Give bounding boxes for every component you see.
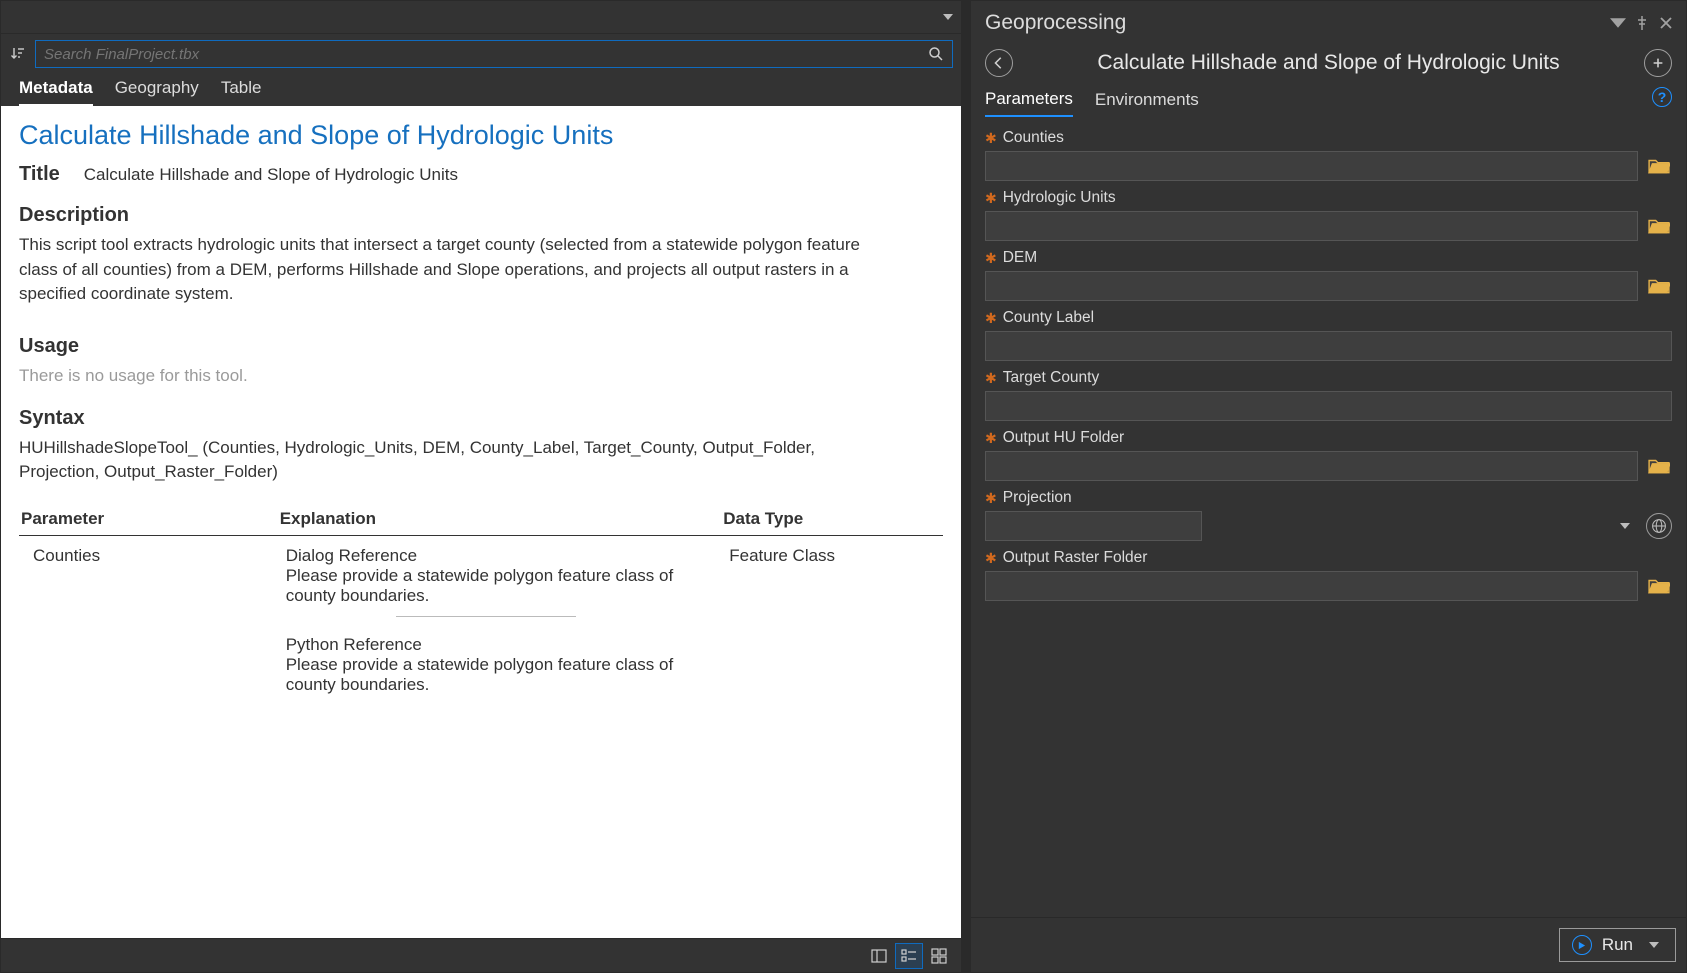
param-label-text: Hydrologic Units — [1003, 189, 1116, 207]
select-coord-system-button[interactable] — [1646, 513, 1672, 539]
run-dropdown-icon[interactable] — [1649, 940, 1659, 950]
required-icon: ✱ — [985, 491, 997, 505]
parameters-list: ✱ Counties ✱ Hydrologic Units ✱ DEM ✱ Co… — [971, 117, 1686, 917]
param-label-text: DEM — [1003, 249, 1037, 267]
pin-icon[interactable] — [1634, 15, 1650, 31]
left-tabs: Metadata Geography Table — [1, 74, 961, 106]
metadata-area: Calculate Hillshade and Slope of Hydrolo… — [1, 106, 961, 938]
search-box[interactable] — [35, 40, 953, 68]
geoprocessing-pane: Geoprocessing Calculate Hillshade and Sl… — [970, 0, 1687, 973]
view-list-button[interactable] — [895, 943, 923, 969]
param-county-label: ✱ County Label — [985, 307, 1672, 361]
required-icon: ✱ — [985, 551, 997, 565]
param-target-county: ✱ Target County — [985, 367, 1672, 421]
view-details-button[interactable] — [865, 943, 893, 969]
search-row — [1, 34, 961, 74]
open-batch-button[interactable] — [1644, 49, 1672, 77]
tab-geography[interactable]: Geography — [115, 78, 199, 106]
param-projection: ✱ Projection — [985, 487, 1672, 541]
view-tiles-button[interactable] — [925, 943, 953, 969]
dialog-ref-text: Please provide a statewide polygon featu… — [286, 566, 686, 606]
description-text: This script tool extracts hydrologic uni… — [19, 233, 889, 307]
parameter-table: Parameter Explanation Data Type Counties… — [19, 503, 943, 723]
sort-button[interactable] — [7, 43, 29, 65]
title-value: Calculate Hillshade and Slope of Hydrolo… — [84, 165, 458, 185]
param-label-text: Target County — [1003, 369, 1100, 387]
required-icon: ✱ — [985, 311, 997, 325]
tool-title-row: Calculate Hillshade and Slope of Hydrolo… — [971, 41, 1686, 89]
browse-button[interactable] — [1646, 455, 1672, 477]
required-icon: ✱ — [985, 191, 997, 205]
param-label-text: Output Raster Folder — [1003, 549, 1148, 567]
th-explanation: Explanation — [278, 503, 722, 536]
param-input[interactable] — [985, 571, 1638, 601]
catalog-pane: Metadata Geography Table Calculate Hills… — [0, 0, 962, 973]
tab-metadata[interactable]: Metadata — [19, 78, 93, 106]
tab-environments[interactable]: Environments — [1095, 90, 1199, 116]
param-hydrologic-units: ✱ Hydrologic Units — [985, 187, 1672, 241]
panel-title: Geoprocessing — [985, 11, 1126, 35]
usage-label: Usage — [19, 335, 943, 358]
pane-options-icon[interactable] — [1610, 15, 1626, 31]
search-icon[interactable] — [928, 46, 944, 62]
back-button[interactable] — [985, 49, 1013, 77]
python-ref-text: Please provide a statewide polygon featu… — [286, 655, 686, 695]
param-input[interactable] — [985, 451, 1638, 481]
play-icon — [1572, 935, 1592, 955]
metadata-content[interactable]: Calculate Hillshade and Slope of Hydrolo… — [1, 106, 961, 938]
left-footer — [1, 938, 961, 972]
param-input[interactable] — [985, 271, 1638, 301]
cell-param: Counties — [19, 535, 278, 723]
browse-button[interactable] — [1646, 575, 1672, 597]
required-icon: ✱ — [985, 251, 997, 265]
param-input[interactable] — [985, 151, 1638, 181]
th-datatype: Data Type — [721, 503, 943, 536]
pane-divider[interactable] — [962, 0, 970, 973]
param-input[interactable] — [985, 211, 1638, 241]
metadata-heading: Calculate Hillshade and Slope of Hydrolo… — [19, 120, 943, 151]
param-label-text: County Label — [1003, 309, 1094, 327]
param-label-text: Projection — [1003, 489, 1072, 507]
required-icon: ✱ — [985, 131, 997, 145]
cell-explanation: Dialog Reference Please provide a statew… — [278, 535, 722, 723]
required-icon: ✱ — [985, 431, 997, 445]
param-input[interactable] — [985, 391, 1672, 421]
tool-title: Calculate Hillshade and Slope of Hydrolo… — [1013, 51, 1644, 75]
param-dem: ✱ DEM — [985, 247, 1672, 301]
browse-button[interactable] — [1646, 275, 1672, 297]
tab-table[interactable]: Table — [221, 78, 262, 106]
dropdown-icon[interactable] — [1620, 521, 1630, 531]
tab-parameters[interactable]: Parameters — [985, 89, 1073, 117]
pane-menu-dropdown[interactable] — [941, 10, 955, 24]
geoprocessing-header: Geoprocessing — [971, 1, 1686, 41]
left-topbar — [1, 1, 961, 34]
browse-button[interactable] — [1646, 215, 1672, 237]
close-icon[interactable] — [1658, 15, 1674, 31]
param-label-text: Output HU Folder — [1003, 429, 1124, 447]
syntax-label: Syntax — [19, 407, 943, 430]
param-output-raster-folder: ✱ Output Raster Folder — [985, 547, 1672, 601]
param-output-hu-folder: ✱ Output HU Folder — [985, 427, 1672, 481]
cell-datatype: Feature Class — [721, 535, 943, 723]
usage-text: There is no usage for this tool. — [19, 364, 889, 389]
param-counties: ✱ Counties — [985, 127, 1672, 181]
description-label: Description — [19, 204, 943, 227]
run-label: Run — [1602, 935, 1633, 955]
right-tabs: Parameters Environments ? — [971, 89, 1686, 117]
search-input[interactable] — [44, 46, 928, 63]
syntax-text: HUHillshadeSlopeTool_ (Counties, Hydrolo… — [19, 436, 889, 485]
help-icon[interactable]: ? — [1652, 87, 1672, 107]
dialog-ref-label: Dialog Reference — [286, 546, 686, 566]
title-label: Title — [19, 163, 60, 186]
param-input[interactable] — [985, 331, 1672, 361]
browse-button[interactable] — [1646, 155, 1672, 177]
python-ref-label: Python Reference — [286, 635, 686, 655]
th-parameter: Parameter — [19, 503, 278, 536]
table-row: Counties Dialog Reference Please provide… — [19, 535, 943, 723]
run-button[interactable]: Run — [1559, 928, 1676, 962]
required-icon: ✱ — [985, 371, 997, 385]
param-label-text: Counties — [1003, 129, 1064, 147]
param-input[interactable] — [985, 511, 1202, 541]
right-footer: Run — [971, 917, 1686, 972]
